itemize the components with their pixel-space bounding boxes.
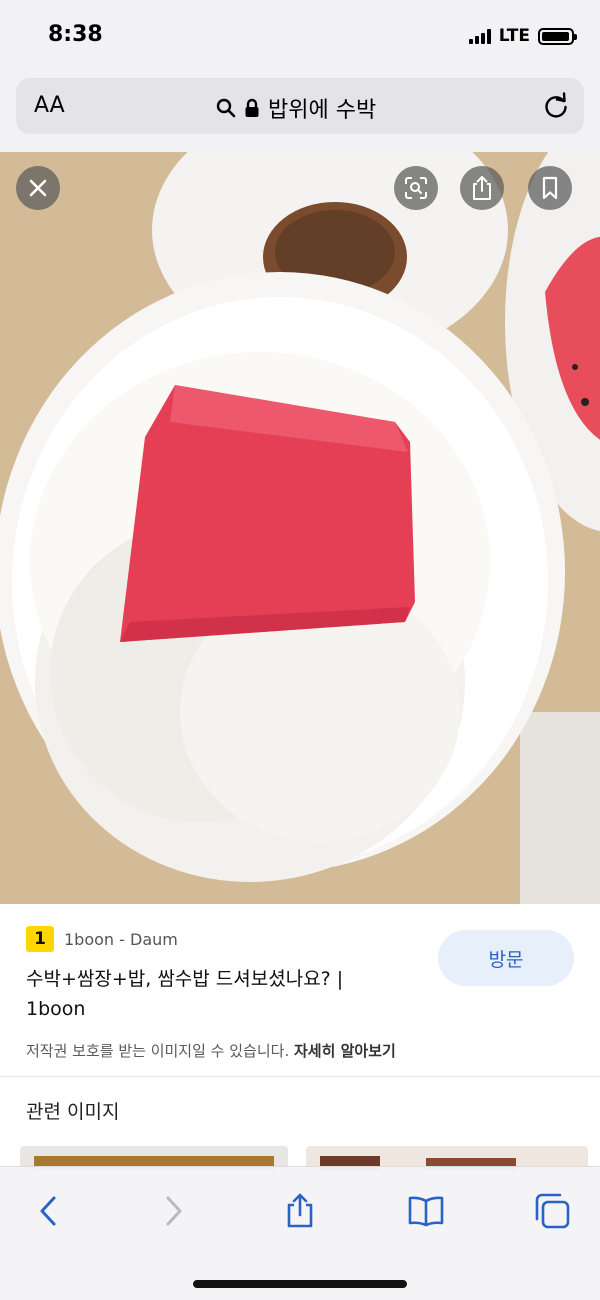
search-icon	[216, 98, 236, 118]
food-photo	[0, 152, 600, 904]
result-info-panel: 1 1boon - Daum 수박+쌈장+밥, 쌈수밥 드셔보셨나요? | 1b…	[0, 904, 600, 1076]
battery-level	[542, 31, 569, 41]
result-title-line1: 수박+쌈장+밥, 쌈수밥 드셔보셨나요? |	[26, 968, 344, 990]
lock-icon	[245, 98, 259, 117]
reload-button[interactable]	[542, 92, 570, 120]
address-bar[interactable]: AA 밥위에 수박	[16, 78, 584, 134]
status-time: 8:38	[48, 22, 103, 47]
source-badge: 1	[26, 926, 54, 952]
status-indicators: LTE	[468, 26, 577, 46]
copyright-notice: 저작권 보호를 받는 이미지일 수 있습니다. 자세히 알아보기	[26, 1040, 396, 1061]
address-bar-area: AA 밥위에 수박	[0, 72, 600, 152]
learn-more-link[interactable]: 자세히 알아보기	[294, 1042, 396, 1060]
visual-lookup-button[interactable]	[394, 166, 438, 210]
share-button[interactable]	[278, 1189, 322, 1233]
source-row[interactable]: 1 1boon - Daum	[26, 926, 178, 952]
share-icon	[287, 1193, 313, 1228]
url-display[interactable]: 밥위에 수박	[216, 92, 376, 124]
bookmark-button[interactable]	[528, 166, 572, 210]
battery-icon	[538, 27, 577, 45]
result-title-line2: 1boon	[26, 998, 86, 1020]
share-icon	[473, 176, 491, 200]
text-size-button[interactable]: AA	[34, 93, 65, 118]
search-result-image[interactable]	[0, 152, 600, 904]
home-indicator[interactable]	[193, 1280, 407, 1288]
image-share-button[interactable]	[460, 166, 504, 210]
section-divider	[0, 1076, 600, 1077]
bookmarks-button[interactable]	[404, 1189, 448, 1233]
tabs-button[interactable]	[530, 1189, 574, 1233]
close-icon	[29, 179, 47, 197]
forward-icon	[166, 1196, 182, 1226]
back-icon	[40, 1196, 56, 1226]
visual-lookup-icon	[405, 177, 427, 199]
bookmarks-icon	[408, 1196, 444, 1227]
related-images-title: 관련 이미지	[26, 1101, 120, 1123]
bookmark-icon	[542, 176, 558, 200]
tabs-icon	[535, 1193, 570, 1229]
source-name: 1boon - Daum	[64, 929, 178, 949]
status-bar: 8:38 LTE	[0, 0, 600, 72]
forward-button[interactable]	[152, 1189, 196, 1233]
back-button[interactable]	[26, 1189, 70, 1233]
copyright-text: 저작권 보호를 받는 이미지일 수 있습니다.	[26, 1042, 290, 1060]
close-button[interactable]	[16, 166, 60, 210]
network-label: LTE	[498, 26, 530, 46]
result-title-link[interactable]: 수박+쌈장+밥, 쌈수밥 드셔보셨나요? | 1boon	[26, 964, 406, 1024]
signal-icon	[468, 28, 491, 44]
url-text: 밥위에 수박	[268, 98, 377, 123]
visit-button[interactable]: 방문	[438, 930, 574, 986]
reload-icon	[545, 92, 567, 118]
